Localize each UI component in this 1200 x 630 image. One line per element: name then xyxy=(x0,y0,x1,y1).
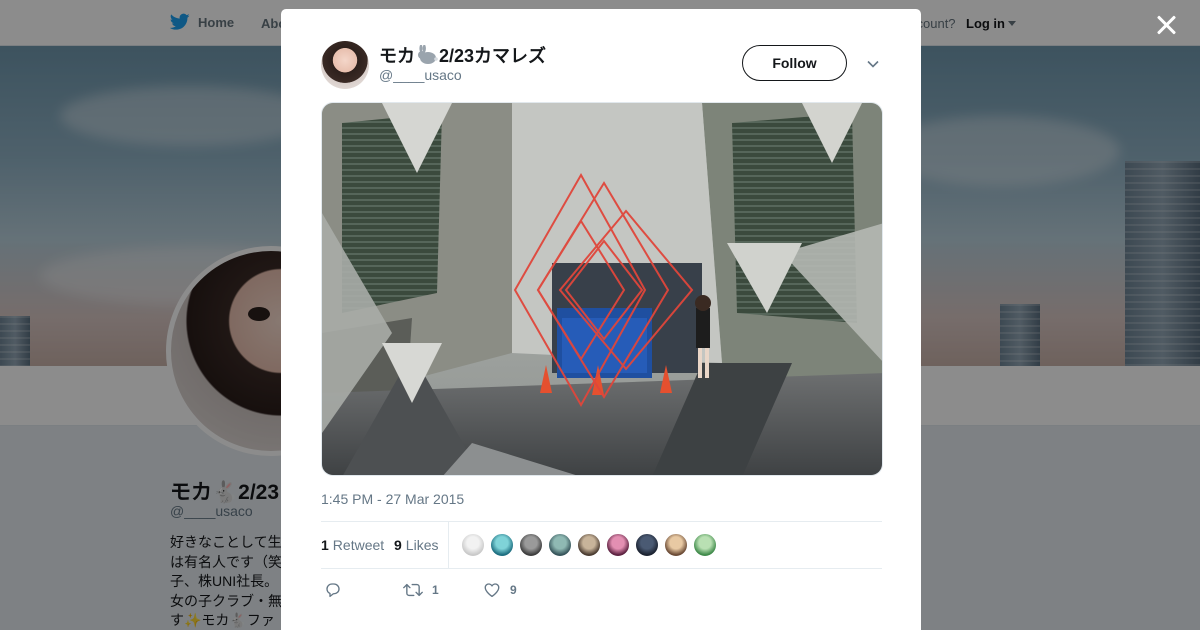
heart-icon xyxy=(484,583,500,598)
tweet-stats: 1 Retweet 9 Likes xyxy=(321,521,882,569)
reply-icon xyxy=(326,583,340,598)
retweet-button[interactable]: 1 xyxy=(403,581,439,599)
liker-avatar[interactable] xyxy=(577,533,601,557)
like-button[interactable]: 9 xyxy=(483,581,517,599)
tweet-modal: モカ 2/23カマレズ @____usaco Follow 1:45 PM - … xyxy=(281,9,921,630)
liker-avatar[interactable] xyxy=(606,533,630,557)
reply-button[interactable] xyxy=(324,581,351,599)
tweet-timestamp[interactable]: 1:45 PM - 27 Mar 2015 xyxy=(321,491,464,507)
retweet-icon xyxy=(403,583,423,597)
liker-avatar[interactable] xyxy=(664,533,688,557)
tweet-author-handle[interactable]: @____usaco xyxy=(379,67,462,83)
retweets-stat[interactable]: 1 Retweet xyxy=(321,537,384,553)
retweet-action-count: 1 xyxy=(432,583,439,597)
liker-avatar[interactable] xyxy=(635,533,659,557)
likes-stat[interactable]: 9 Likes xyxy=(394,537,438,553)
tweet-actions: 1 9 xyxy=(321,579,881,603)
retweets-label: Retweet xyxy=(332,537,385,553)
tweet-photo-art xyxy=(322,103,882,475)
tweet-photo[interactable] xyxy=(321,102,883,476)
likes-label: Likes xyxy=(405,537,439,553)
liker-avatar[interactable] xyxy=(461,533,485,557)
follow-button[interactable]: Follow xyxy=(742,45,847,81)
author-name-prefix: モカ xyxy=(379,46,415,66)
liker-avatar[interactable] xyxy=(548,533,572,557)
tweet-author-name[interactable]: モカ 2/23カマレズ xyxy=(379,42,546,68)
likes-count: 9 xyxy=(394,537,402,553)
liker-avatar[interactable] xyxy=(519,533,543,557)
liker-avatar[interactable] xyxy=(693,533,717,557)
like-action-count: 9 xyxy=(510,583,517,597)
author-name-suffix: 2/23カマレズ xyxy=(439,46,547,66)
tweet-author-avatar[interactable] xyxy=(321,41,369,89)
liker-avatar[interactable] xyxy=(490,533,514,557)
retweets-count: 1 xyxy=(321,537,329,553)
stats-divider xyxy=(448,522,449,569)
chevron-down-icon[interactable] xyxy=(866,57,880,71)
liker-avatars xyxy=(461,533,717,557)
close-icon[interactable] xyxy=(1154,12,1180,38)
rabbit-icon xyxy=(418,45,438,64)
